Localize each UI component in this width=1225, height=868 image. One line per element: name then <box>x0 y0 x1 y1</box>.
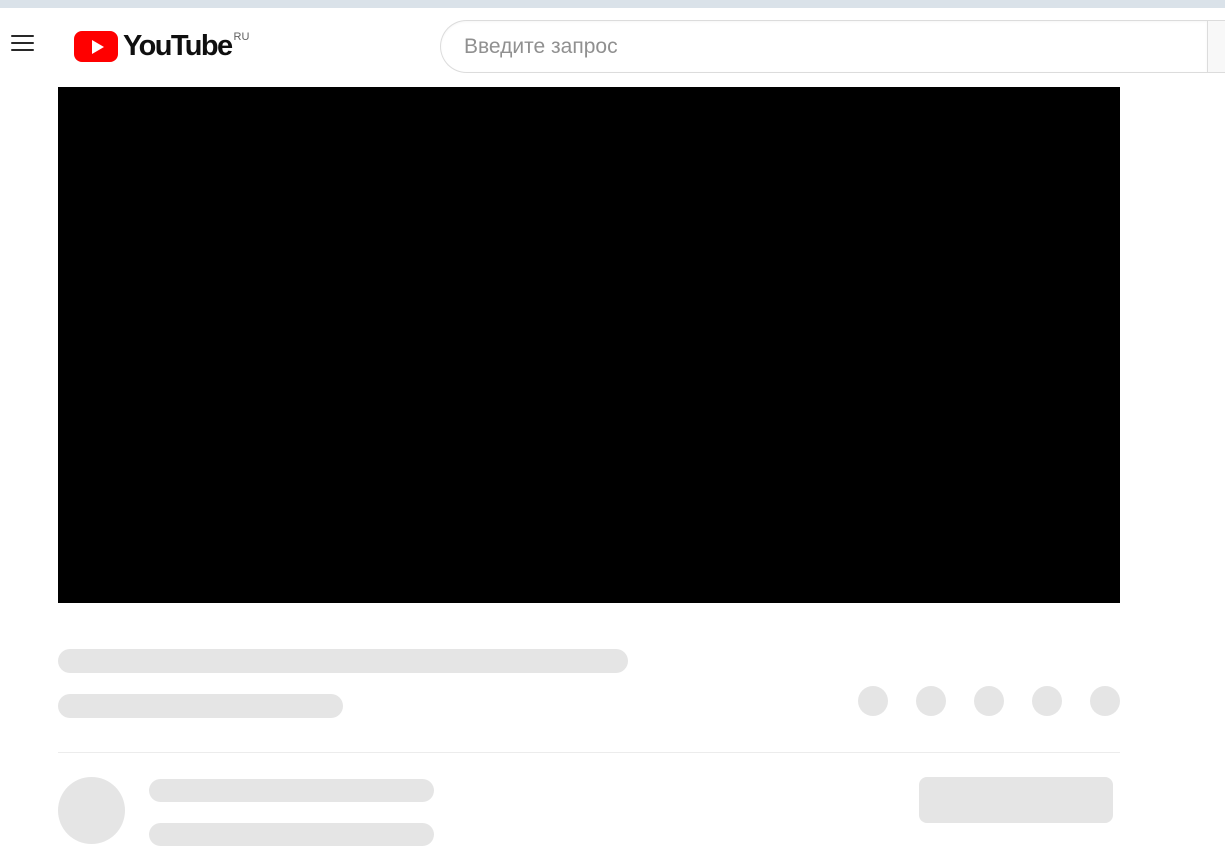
channel-owner-skeleton <box>58 777 1120 867</box>
subscribe-button-placeholder[interactable] <box>919 777 1113 823</box>
hamburger-bar <box>10 42 34 44</box>
channel-name-placeholder <box>149 779 434 802</box>
action-placeholder-4[interactable] <box>1032 686 1062 716</box>
avatar[interactable] <box>58 777 125 844</box>
title-placeholder-line-1 <box>58 649 628 673</box>
search-area <box>440 20 1225 73</box>
primary-column <box>58 87 1120 867</box>
youtube-play-icon <box>74 31 118 62</box>
masthead: YouTube RU <box>0 8 1225 87</box>
browser-scroll-strip <box>0 0 1225 8</box>
action-placeholder-1[interactable] <box>858 686 888 716</box>
title-placeholder-line-2 <box>58 694 343 718</box>
video-player[interactable] <box>58 87 1120 603</box>
youtube-logo[interactable]: YouTube RU <box>74 30 249 62</box>
play-triangle-icon <box>91 39 104 54</box>
hamburger-bar <box>10 35 34 37</box>
youtube-wordmark: YouTube <box>123 30 233 62</box>
search-button[interactable] <box>1207 20 1225 73</box>
search-input-container[interactable] <box>440 20 1207 73</box>
hamburger-menu-icon[interactable] <box>6 27 38 59</box>
video-meta-skeleton <box>58 649 1120 733</box>
youtube-country-code: RU <box>233 31 250 43</box>
action-buttons-skeleton <box>858 686 1120 716</box>
search-input[interactable] <box>464 34 1207 59</box>
action-placeholder-3[interactable] <box>974 686 1004 716</box>
hamburger-bar <box>10 49 34 51</box>
action-placeholder-5[interactable] <box>1090 686 1120 716</box>
subscriber-count-placeholder <box>149 823 434 846</box>
action-placeholder-2[interactable] <box>916 686 946 716</box>
section-divider <box>58 752 1120 753</box>
